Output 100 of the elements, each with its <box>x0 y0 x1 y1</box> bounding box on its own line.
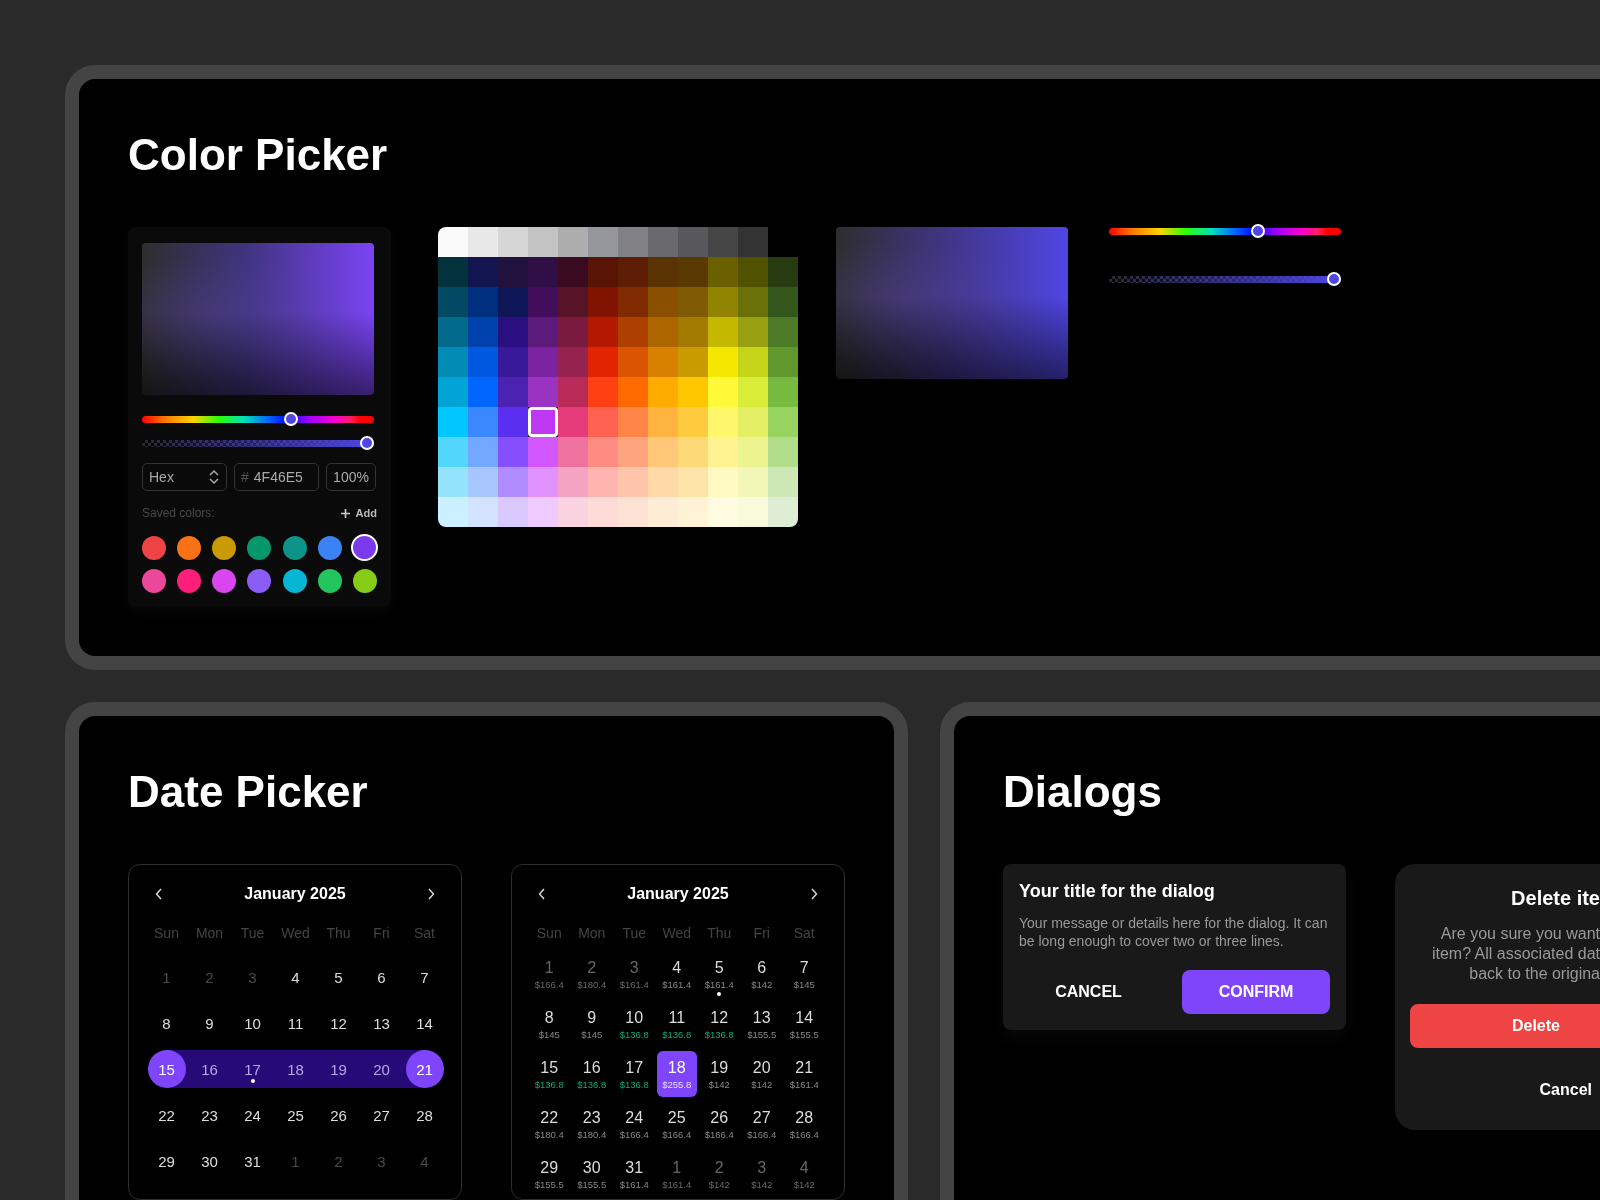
calendar-day[interactable]: 8 $145 <box>529 1001 570 1047</box>
color-swatch[interactable] <box>648 437 678 467</box>
calendar-day[interactable]: 25 $166.4 <box>656 1101 697 1147</box>
color-swatch[interactable] <box>558 257 588 287</box>
color-swatch[interactable] <box>618 437 648 467</box>
calendar-day[interactable]: 19 $142 <box>699 1051 740 1097</box>
calendar-day[interactable]: 24 $166.4 <box>614 1101 655 1147</box>
color-swatch[interactable] <box>678 407 708 437</box>
color-swatch[interactable] <box>618 227 648 257</box>
color-gradient-area[interactable] <box>142 243 374 395</box>
color-swatch[interactable] <box>588 347 618 377</box>
calendar-day[interactable]: 11 <box>274 1004 317 1042</box>
color-swatch[interactable] <box>558 437 588 467</box>
calendar-day[interactable]: 2 $142 <box>699 1151 740 1197</box>
color-swatch[interactable] <box>468 467 498 497</box>
color-swatch[interactable] <box>528 287 558 317</box>
color-swatch[interactable] <box>708 467 738 497</box>
calendar-day[interactable]: 9 $145 <box>571 1001 612 1047</box>
opacity-input-field[interactable]: 100% <box>326 463 376 491</box>
color-swatch[interactable] <box>738 437 768 467</box>
color-swatch[interactable] <box>708 437 738 467</box>
calendar-day[interactable]: 14 <box>403 1004 446 1042</box>
color-swatch[interactable] <box>678 467 708 497</box>
color-swatch[interactable] <box>678 257 708 287</box>
hue-slider[interactable] <box>1109 224 1341 238</box>
color-swatch[interactable] <box>648 257 678 287</box>
calendar-day[interactable]: 14 $155.5 <box>784 1001 825 1047</box>
color-swatch[interactable] <box>498 347 528 377</box>
hex-input-field[interactable]: # 4F46E5 <box>234 463 319 491</box>
color-swatch[interactable] <box>317 569 342 593</box>
color-swatch[interactable] <box>648 287 678 317</box>
color-swatch[interactable] <box>282 569 307 593</box>
color-swatch[interactable] <box>618 467 648 497</box>
opacity-slider[interactable] <box>142 436 374 450</box>
color-swatch[interactable] <box>438 317 468 347</box>
color-swatch[interactable] <box>498 437 528 467</box>
color-swatch[interactable] <box>708 347 738 377</box>
calendar-day[interactable]: 20 <box>360 1050 403 1088</box>
calendar-day[interactable]: 7 $145 <box>784 951 825 997</box>
color-swatch[interactable] <box>648 317 678 347</box>
calendar-day[interactable]: 24 <box>231 1096 274 1134</box>
color-swatch[interactable] <box>648 407 678 437</box>
color-swatch[interactable] <box>618 257 648 287</box>
calendar-day[interactable]: 16 <box>188 1050 231 1088</box>
opacity-slider[interactable] <box>1109 272 1341 286</box>
color-swatch[interactable] <box>588 257 618 287</box>
color-swatch[interactable] <box>468 287 498 317</box>
color-swatch[interactable] <box>558 317 588 347</box>
slider-thumb[interactable] <box>1327 272 1341 286</box>
calendar-day[interactable]: 7 <box>403 958 446 996</box>
calendar-day[interactable]: 6 <box>360 958 403 996</box>
calendar-day[interactable]: 18 $255.8 <box>656 1051 697 1097</box>
calendar-day[interactable]: 12 <box>317 1004 360 1042</box>
color-swatch[interactable] <box>558 287 588 317</box>
calendar-day[interactable]: 11 $136.8 <box>656 1001 697 1047</box>
color-swatch[interactable] <box>498 377 528 407</box>
color-swatch[interactable] <box>528 437 558 467</box>
color-swatch[interactable] <box>648 467 678 497</box>
color-swatch[interactable] <box>768 377 798 407</box>
color-swatch[interactable] <box>708 227 738 257</box>
slider-thumb[interactable] <box>283 412 298 426</box>
color-swatch[interactable] <box>528 257 558 287</box>
calendar-day[interactable]: 21 <box>403 1050 446 1088</box>
color-swatch[interactable] <box>498 407 528 437</box>
color-swatch[interactable] <box>177 569 202 593</box>
color-swatch[interactable] <box>618 377 648 407</box>
color-swatch[interactable] <box>558 407 588 437</box>
color-swatch[interactable] <box>438 467 468 497</box>
calendar-day[interactable]: 16 $136.8 <box>571 1051 612 1097</box>
color-swatch[interactable] <box>438 497 468 527</box>
color-swatch[interactable] <box>468 377 498 407</box>
calendar-day[interactable]: 8 <box>145 1004 188 1042</box>
color-swatch[interactable] <box>498 257 528 287</box>
color-swatch[interactable] <box>768 437 798 467</box>
color-swatch[interactable] <box>438 287 468 317</box>
color-swatch[interactable] <box>438 347 468 377</box>
color-swatch[interactable] <box>351 534 379 561</box>
color-swatch[interactable] <box>528 497 558 527</box>
color-swatch[interactable] <box>738 317 768 347</box>
color-swatch[interactable] <box>678 497 708 527</box>
calendar-day[interactable]: 18 <box>274 1050 317 1088</box>
color-swatch[interactable] <box>317 535 342 560</box>
color-swatch[interactable] <box>678 317 708 347</box>
color-swatch[interactable] <box>648 497 678 527</box>
color-swatch[interactable] <box>768 317 798 347</box>
calendar-day[interactable]: 26 $166.4 <box>699 1101 740 1147</box>
calendar-day[interactable]: 15 $136.8 <box>529 1051 570 1097</box>
calendar-day[interactable]: 28 $166.4 <box>784 1101 825 1147</box>
calendar-day[interactable]: 28 <box>403 1096 446 1134</box>
confirm-button[interactable]: CONFIRM <box>1182 970 1330 1014</box>
color-swatch[interactable] <box>618 407 648 437</box>
color-swatch[interactable] <box>468 347 498 377</box>
calendar-day[interactable]: 22 $180.4 <box>529 1101 570 1147</box>
color-swatch[interactable] <box>558 347 588 377</box>
calendar-day[interactable]: 9 <box>188 1004 231 1042</box>
color-swatch[interactable] <box>768 257 798 287</box>
color-swatch[interactable] <box>438 437 468 467</box>
color-swatch[interactable] <box>618 317 648 347</box>
calendar-day[interactable]: 30 <box>188 1142 231 1180</box>
color-swatch[interactable] <box>177 535 202 560</box>
